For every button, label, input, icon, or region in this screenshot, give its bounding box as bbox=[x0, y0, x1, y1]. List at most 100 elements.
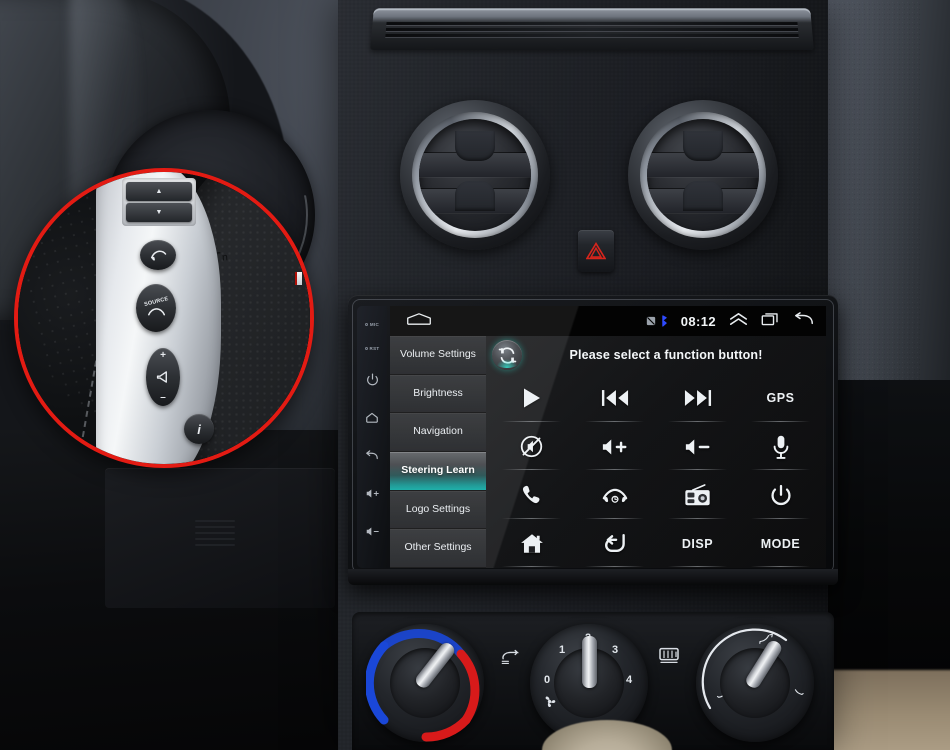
function-button-answer-call[interactable] bbox=[490, 471, 573, 520]
hazard-warning-button[interactable] bbox=[578, 230, 614, 272]
info-label: i bbox=[197, 421, 201, 437]
panel-header: Please select a function button! bbox=[486, 336, 826, 374]
side-volume-up-key[interactable] bbox=[365, 474, 380, 512]
sidebar-item-brightness[interactable]: Brightness bbox=[390, 374, 486, 414]
windshield-defrost-vent bbox=[370, 8, 814, 51]
sidebar-item-volume-settings[interactable]: Volume Settings bbox=[390, 336, 486, 375]
seek-up-arrow-icon: ▲ bbox=[155, 188, 163, 195]
function-button-power[interactable] bbox=[739, 471, 822, 520]
phone-handset-icon bbox=[150, 249, 166, 261]
sidebar-item-steering-learn[interactable]: Steering Learn bbox=[390, 452, 486, 491]
wheel-source-hangup-button[interactable]: SOURCE bbox=[136, 284, 176, 332]
seek-down-button[interactable]: ▼ bbox=[126, 203, 192, 222]
fan-tick-3: 3 bbox=[612, 644, 619, 656]
seek-rocker-switch[interactable]: ▲ ▼ bbox=[122, 178, 196, 226]
sync-refresh-icon bbox=[498, 346, 516, 364]
status-expand-icon[interactable] bbox=[729, 312, 748, 331]
side-back-key[interactable] bbox=[365, 436, 379, 474]
function-button-gps[interactable]: GPS bbox=[739, 374, 822, 423]
android-status-bar: 08:12 bbox=[390, 306, 826, 336]
function-button-home[interactable] bbox=[490, 520, 573, 569]
function-button-mode[interactable]: MODE bbox=[739, 520, 822, 569]
function-button-mute[interactable] bbox=[490, 423, 573, 472]
wheel-trim-tab bbox=[295, 272, 302, 285]
back-arrow-icon bbox=[366, 450, 378, 460]
chevron-up-double-icon bbox=[729, 312, 748, 325]
side-volume-down-key[interactable] bbox=[365, 512, 380, 550]
function-button-volume-down[interactable] bbox=[656, 423, 739, 472]
sidebar-item-label: Logo Settings bbox=[405, 502, 471, 515]
sidebar-item-logo-settings[interactable]: Logo Settings bbox=[390, 490, 486, 530]
volume-down-icon bbox=[685, 439, 709, 455]
status-home-icon[interactable] bbox=[406, 312, 432, 331]
air-vent-left[interactable] bbox=[400, 100, 550, 250]
fan-tick-0: 0 bbox=[544, 674, 551, 686]
function-button-back[interactable] bbox=[573, 520, 656, 569]
side-home-key[interactable] bbox=[365, 398, 379, 436]
home-icon bbox=[520, 534, 543, 553]
instruction-message: Please select a function button! bbox=[569, 348, 763, 362]
function-button-disp[interactable]: DISP bbox=[656, 520, 739, 569]
mic-hole-icon bbox=[364, 322, 368, 326]
power-icon bbox=[770, 484, 791, 505]
volume-down-icon bbox=[366, 526, 379, 536]
back-arrow-icon bbox=[795, 311, 813, 324]
settings-screen-body: Volume Settings Brightness Navigation St… bbox=[390, 336, 826, 568]
steering-wheel-controls-callout: ⌜ⁿ ▲ ▼ SOURCE + – i bbox=[14, 168, 314, 468]
air-recirculation-icon bbox=[501, 649, 520, 664]
function-button-volume-up[interactable] bbox=[573, 423, 656, 472]
rear-defog-indicator bbox=[658, 646, 680, 669]
status-bar-right-group: 08:12 bbox=[646, 311, 814, 331]
speaker-icon bbox=[156, 371, 167, 383]
phone-hangup-icon bbox=[602, 489, 627, 504]
car-interior-scene: MIC RST 08:12 Volume Settings Brightness… bbox=[0, 0, 950, 750]
sidebar-item-label: Steering Learn bbox=[401, 464, 475, 477]
hazard-triangle-icon bbox=[586, 242, 606, 260]
android-home-icon bbox=[407, 312, 431, 325]
volume-up-icon bbox=[602, 439, 626, 455]
skip-previous-icon bbox=[601, 390, 628, 407]
head-unit-side-keys: MIC RST bbox=[357, 306, 387, 568]
function-button-end-call[interactable] bbox=[573, 471, 656, 520]
no-sim-icon bbox=[646, 316, 655, 326]
status-recents-icon[interactable] bbox=[761, 312, 780, 331]
climate-control-panel: 0 1 2 3 4 bbox=[352, 612, 834, 750]
power-icon bbox=[366, 372, 378, 385]
recirculation-indicator bbox=[500, 648, 524, 669]
fan-tick-1: 1 bbox=[559, 644, 566, 656]
side-power-key[interactable] bbox=[366, 360, 379, 398]
seek-up-button[interactable]: ▲ bbox=[126, 182, 192, 201]
mic-label: MIC bbox=[369, 321, 380, 327]
function-button-next[interactable] bbox=[656, 374, 739, 423]
function-button-voice-mic[interactable] bbox=[739, 423, 822, 472]
temperature-knob[interactable] bbox=[366, 624, 484, 742]
wheel-answer-call-button[interactable] bbox=[140, 240, 176, 270]
air-vent-right[interactable] bbox=[628, 100, 778, 250]
bluetooth-icon bbox=[662, 315, 667, 327]
phone-hangup-icon bbox=[148, 307, 165, 315]
wheel-volume-rocker[interactable]: + – bbox=[146, 348, 180, 406]
function-button-radio[interactable] bbox=[656, 471, 739, 520]
function-button-play[interactable] bbox=[490, 374, 573, 423]
seek-down-arrow-icon: ▼ bbox=[155, 209, 163, 216]
wheel-info-button[interactable]: i bbox=[184, 414, 214, 444]
android-head-unit: MIC RST 08:12 Volume Settings Brightness… bbox=[348, 295, 838, 585]
volume-up-label: + bbox=[160, 350, 166, 361]
lower-dash-footwell bbox=[0, 430, 370, 750]
sidebar-item-label: Other Settings bbox=[404, 541, 472, 554]
rear-defogger-icon bbox=[659, 647, 679, 664]
home-icon bbox=[366, 412, 378, 423]
sidebar-item-other-settings[interactable]: Other Settings bbox=[390, 529, 486, 568]
function-button-previous[interactable] bbox=[573, 374, 656, 423]
lower-dash-grille bbox=[195, 520, 235, 560]
disp-label: DISP bbox=[681, 536, 714, 551]
recents-icon bbox=[761, 312, 778, 325]
sync-refresh-button[interactable] bbox=[492, 340, 522, 370]
status-back-icon[interactable] bbox=[793, 311, 814, 331]
head-unit-screen: 08:12 Volume Settings Brightness Navigat… bbox=[390, 306, 826, 568]
mute-slash-icon bbox=[520, 436, 543, 458]
sidebar-item-label: Brightness bbox=[413, 386, 463, 399]
air-mode-knob[interactable] bbox=[696, 624, 814, 742]
fan-icon bbox=[545, 696, 556, 708]
sidebar-item-navigation[interactable]: Navigation bbox=[390, 413, 486, 453]
